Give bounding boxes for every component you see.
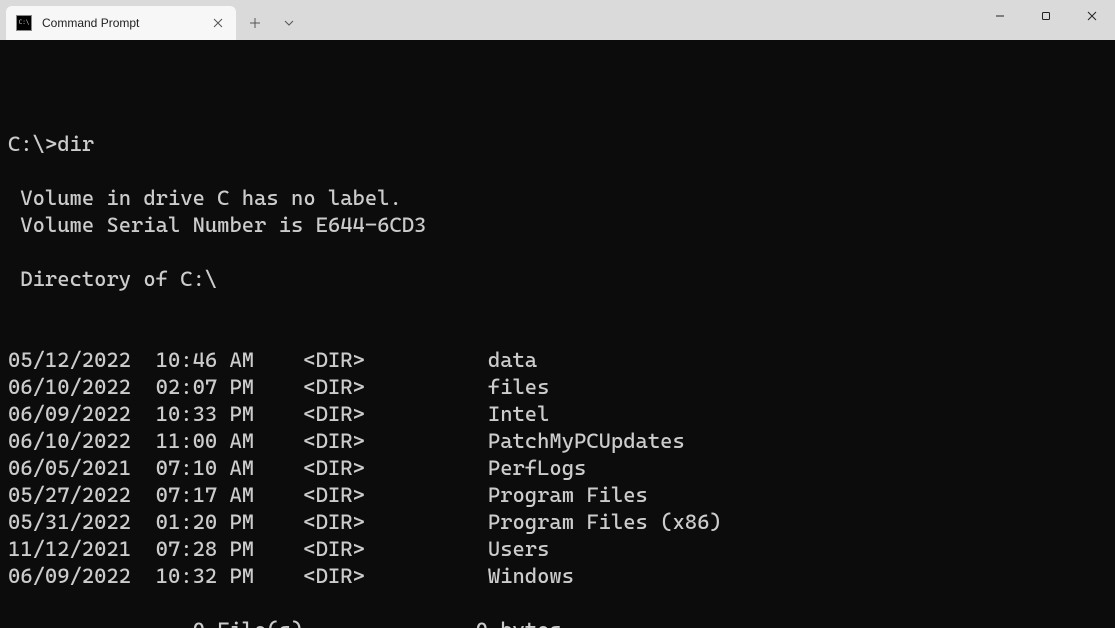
dir-entry: 05/31/2022 01:20 PM <DIR> Program Files … [8,509,1107,536]
output-line: Directory of C:\ [8,266,1107,293]
window-controls [977,0,1115,32]
tab-dropdown-button[interactable] [274,8,304,38]
tabs-area: C:\ Command Prompt [0,0,304,40]
tab-close-button[interactable] [210,15,226,31]
dir-entry: 06/10/2022 02:07 PM <DIR> files [8,374,1107,401]
dir-entry: 06/10/2022 11:00 AM <DIR> PatchMyPCUpdat… [8,428,1107,455]
dir-entry: 05/27/2022 07:17 AM <DIR> Program Files [8,482,1107,509]
output-line: Volume in drive C has no label. [8,185,1107,212]
command-line: C:\>dir [8,131,1107,158]
cmd-icon: C:\ [16,15,32,31]
maximize-button[interactable] [1023,0,1069,32]
new-tab-button[interactable] [240,8,270,38]
blank-line [8,77,1107,104]
tab-command-prompt[interactable]: C:\ Command Prompt [6,6,236,40]
close-button[interactable] [1069,0,1115,32]
dir-entry: 06/09/2022 10:33 PM <DIR> Intel [8,401,1107,428]
terminal-output[interactable]: C:\>dir Volume in drive C has no label. … [0,40,1115,628]
dir-entry: 06/09/2022 10:32 PM <DIR> Windows [8,563,1107,590]
dir-entry: 05/12/2022 10:46 AM <DIR> data [8,347,1107,374]
dir-entry: 11/12/2021 07:28 PM <DIR> Users [8,536,1107,563]
output-line [8,293,1107,320]
dir-summary: 0 File(s) 0 bytes 9 Dir(s) 36,232,859,64… [8,617,1107,628]
output-line [8,239,1107,266]
output-line: Volume Serial Number is E644-6CD3 [8,212,1107,239]
dir-header: Volume in drive C has no label. Volume S… [8,185,1107,320]
dir-entries: 05/12/2022 10:46 AM <DIR> data06/10/2022… [8,347,1107,590]
minimize-button[interactable] [977,0,1023,32]
dir-entry: 06/05/2021 07:10 AM <DIR> PerfLogs [8,455,1107,482]
title-bar: C:\ Command Prompt [0,0,1115,40]
summary-files: 0 File(s) 0 bytes [8,617,1107,628]
tab-title: Command Prompt [42,16,200,30]
